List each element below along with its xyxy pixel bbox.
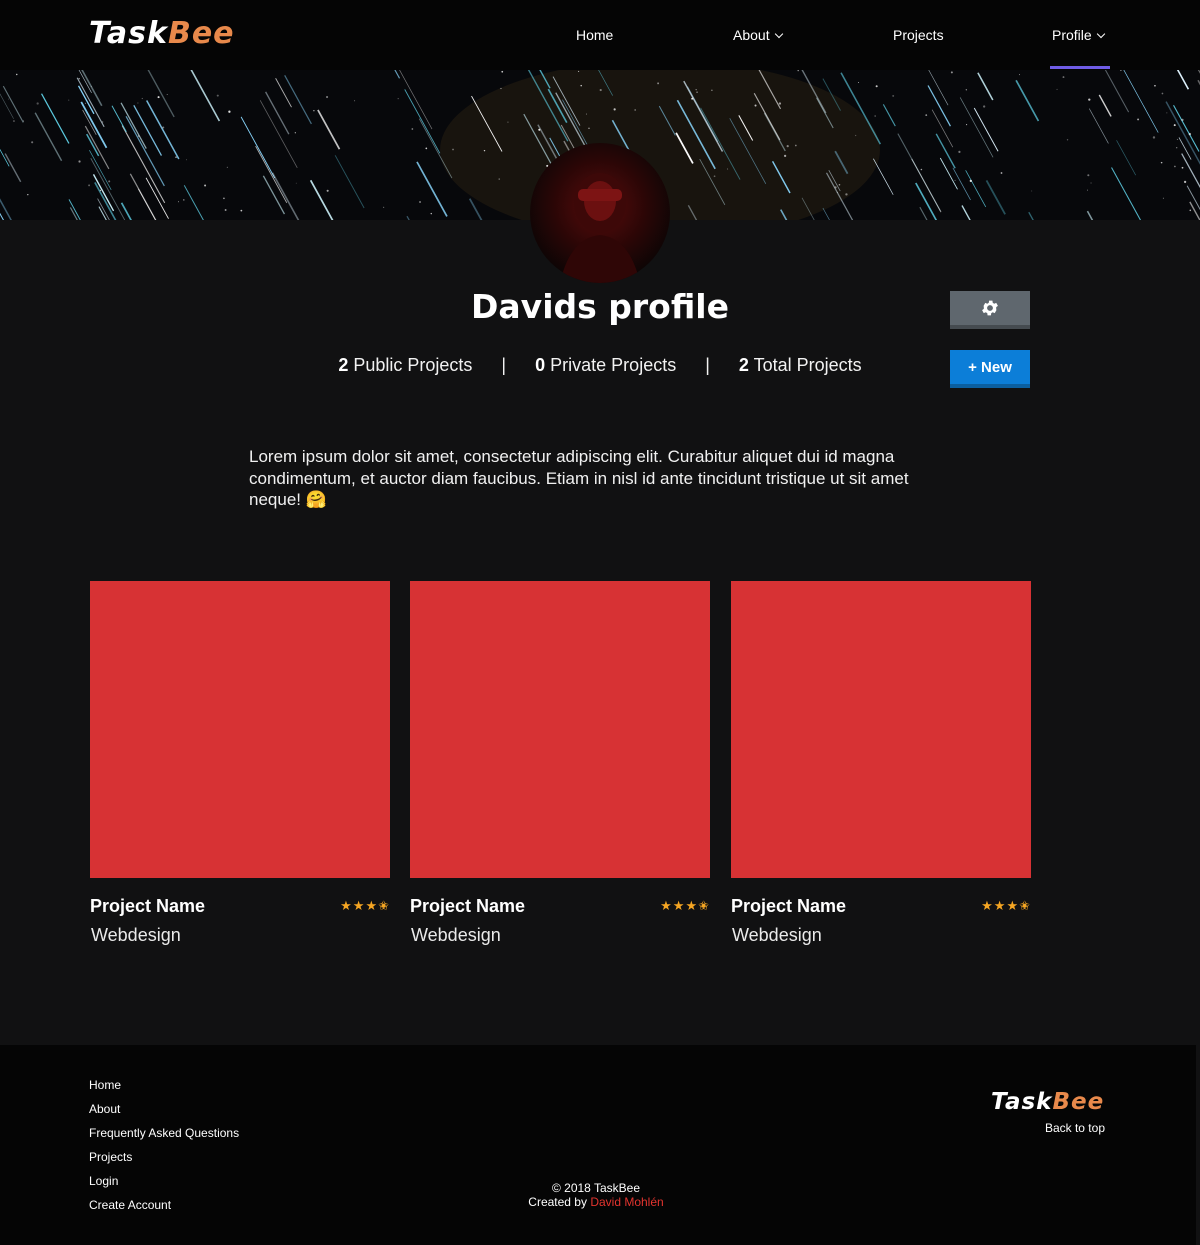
footer: Home About Frequently Asked Questions Pr… xyxy=(0,1045,1196,1245)
credit-line: Created by David Mohlén xyxy=(0,1195,1192,1209)
star-rating-icon: ★★★✬ xyxy=(340,898,390,913)
stat-public-count: 2 xyxy=(338,355,349,375)
nav-about[interactable]: About xyxy=(733,24,783,46)
project-thumbnail[interactable] xyxy=(410,581,710,878)
settings-button[interactable] xyxy=(950,291,1030,329)
copyright: © 2018 TaskBee xyxy=(551,1181,640,1195)
stat-public: 2 Public Projects xyxy=(338,355,472,375)
chevron-down-icon xyxy=(1096,29,1105,39)
profile-bio: Lorem ipsum dolor sit amet, consectetur … xyxy=(249,447,909,509)
taskbee-logo[interactable]: TaskBee xyxy=(89,14,235,54)
footer-logo-task: Task xyxy=(991,1089,1053,1115)
nav-profile[interactable]: Profile xyxy=(1052,24,1105,46)
stat-private-label: Private Projects xyxy=(550,355,677,375)
stat-total-label: Total Projects xyxy=(753,355,862,375)
stat-public-label: Public Projects xyxy=(353,355,473,375)
gear-icon xyxy=(982,300,998,316)
footer-link-faq[interactable]: Frequently Asked Questions xyxy=(89,1125,239,1141)
project-thumbnail[interactable] xyxy=(731,581,1031,878)
footer-logo[interactable]: TaskBee xyxy=(991,1087,1104,1117)
project-card[interactable]: Project Name ★★★✬ Webdesign xyxy=(731,581,1031,945)
star-rating-icon: ★★★✬ xyxy=(981,898,1031,913)
project-category: Webdesign xyxy=(411,925,501,945)
project-card[interactable]: Project Name ★★★✬ Webdesign xyxy=(410,581,710,945)
footer-link-home[interactable]: Home xyxy=(89,1077,121,1093)
stat-private: 0 Private Projects xyxy=(535,355,676,375)
star-rating-icon: ★★★✬ xyxy=(660,898,710,913)
nav-projects-label: Projects xyxy=(893,27,944,43)
author-link[interactable]: David Mohlén xyxy=(590,1195,663,1209)
nav-projects[interactable]: Projects xyxy=(893,24,944,46)
navbar: TaskBee Home About Projects Profile xyxy=(0,0,1200,70)
back-to-top-link[interactable]: Back to top xyxy=(1045,1120,1105,1136)
project-category: Webdesign xyxy=(91,925,181,945)
logo-text-task: Task xyxy=(89,16,168,51)
nav-profile-label: Profile xyxy=(1052,27,1092,43)
project-name[interactable]: Project Name xyxy=(90,895,205,917)
footer-logo-bee: Bee xyxy=(1052,1089,1105,1115)
footer-link-about[interactable]: About xyxy=(89,1101,120,1117)
avatar[interactable] xyxy=(530,143,670,283)
chevron-down-icon xyxy=(774,29,783,39)
project-name[interactable]: Project Name xyxy=(731,895,846,917)
nav-home[interactable]: Home xyxy=(576,24,613,46)
stat-separator: | xyxy=(501,355,507,375)
stat-private-count: 0 xyxy=(535,355,546,375)
logo-text-bee: Bee xyxy=(167,16,235,51)
nav-home-label: Home xyxy=(576,27,614,43)
project-card[interactable]: Project Name ★★★✬ Webdesign xyxy=(90,581,390,945)
project-name[interactable]: Project Name xyxy=(410,895,525,917)
project-category: Webdesign xyxy=(732,925,822,945)
nav-about-label: About xyxy=(733,27,770,43)
stat-total-count: 2 xyxy=(738,355,749,375)
avatar-image xyxy=(560,173,640,283)
project-stats: 2 Public Projects | 0 Private Projects |… xyxy=(0,353,1200,377)
active-nav-underline xyxy=(1050,66,1110,69)
stat-separator: | xyxy=(705,355,710,375)
footer-link-projects[interactable]: Projects xyxy=(89,1149,132,1165)
stat-total: 2 Total Projects xyxy=(739,355,862,375)
project-thumbnail[interactable] xyxy=(90,581,390,878)
credit-prefix: Created by xyxy=(528,1195,587,1209)
